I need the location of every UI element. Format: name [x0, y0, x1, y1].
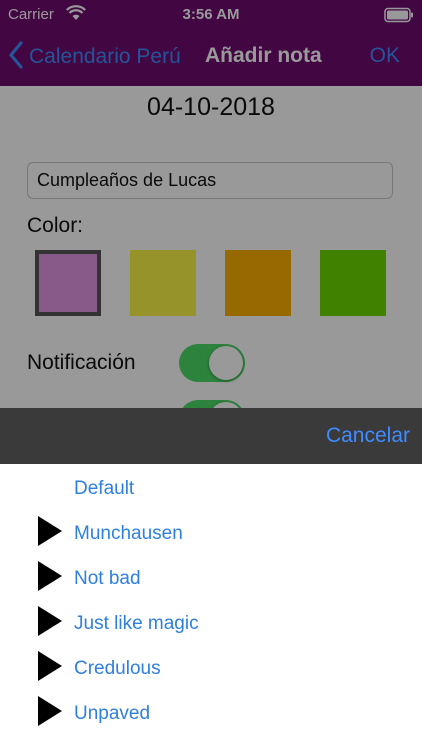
sound-item-not-bad[interactable]: Not bad — [0, 554, 422, 599]
sound-label: Just like magic — [74, 613, 199, 634]
play-icon[interactable] — [37, 695, 63, 732]
sound-list: Default Munchausen Not bad Just like mag… — [0, 464, 422, 750]
sound-label: Munchausen — [74, 523, 183, 544]
sound-item-just-like-magic[interactable]: Just like magic — [0, 599, 422, 644]
play-icon[interactable] — [37, 515, 63, 552]
sound-item-munchausen[interactable]: Munchausen — [0, 509, 422, 554]
play-icon[interactable] — [37, 650, 63, 687]
play-icon[interactable] — [37, 560, 63, 597]
sheet-toolbar: Cancelar — [0, 408, 422, 464]
dim-overlay[interactable] — [0, 0, 422, 464]
sound-item-default[interactable]: Default — [0, 464, 422, 509]
sound-label: Credulous — [74, 658, 161, 679]
sound-item-credulous[interactable]: Credulous — [0, 644, 422, 689]
cancel-button[interactable]: Cancelar — [326, 424, 410, 448]
sound-item-unpaved[interactable]: Unpaved — [0, 689, 422, 734]
play-icon[interactable] — [37, 605, 63, 642]
sound-label: Unpaved — [74, 703, 151, 724]
sound-label: Default — [74, 478, 135, 499]
sound-label: Not bad — [74, 568, 141, 589]
